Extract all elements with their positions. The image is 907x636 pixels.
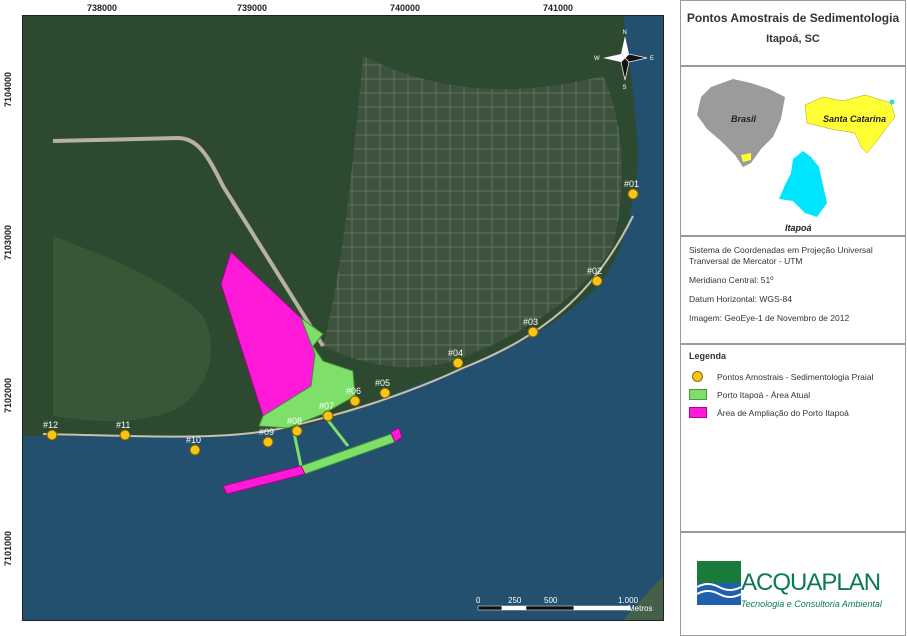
legend-item-points: Pontos Amostrais - Sedimentologia Praial bbox=[689, 371, 897, 382]
svg-text:W: W bbox=[594, 56, 600, 62]
inset-map: Brasil Santa Catarina Itapoá bbox=[697, 79, 896, 233]
acquaplan-logo-icon bbox=[697, 561, 741, 605]
svg-text:E: E bbox=[650, 56, 654, 62]
side-panel: Pontos Amostrais de Sedimentologia Itapo… bbox=[680, 0, 906, 636]
svg-text:#08: #08 bbox=[287, 416, 302, 426]
svg-text:500: 500 bbox=[544, 596, 558, 605]
datum-text: Datum Horizontal: WGS-84 bbox=[689, 294, 792, 304]
coord-top-738000: 738000 bbox=[87, 3, 118, 13]
svg-text:S: S bbox=[623, 85, 627, 91]
itapoa-shape bbox=[779, 151, 827, 217]
map-frame[interactable]: #01 #02 #03 #04 #05 #06 #07 #08 #09 #10 … bbox=[22, 15, 664, 621]
svg-text:#03: #03 bbox=[523, 317, 538, 327]
coord-top-739000: 739000 bbox=[237, 3, 268, 13]
info-box: Sistema de Coordenadas em Projeção Unive… bbox=[680, 236, 906, 344]
santa-catarina-shape bbox=[804, 94, 896, 154]
svg-text:#10: #10 bbox=[186, 435, 201, 445]
logo-tagline: Tecnologia e Consultoria Ambiental bbox=[741, 599, 882, 609]
svg-text:#05: #05 bbox=[375, 378, 390, 388]
svg-text:#12: #12 bbox=[43, 420, 58, 430]
svg-text:Santa Catarina: Santa Catarina bbox=[823, 114, 886, 124]
svg-text:Metros: Metros bbox=[628, 604, 652, 613]
title-box: Pontos Amostrais de Sedimentologia Itapo… bbox=[680, 0, 906, 66]
svg-text:Itapoá: Itapoá bbox=[785, 223, 812, 233]
coord-system-text: Sistema de Coordenadas em Projeção Unive… bbox=[689, 245, 873, 266]
coord-left-7102000: 7102000 bbox=[3, 378, 13, 414]
map-canvas: #01 #02 #03 #04 #05 #06 #07 #08 #09 #10 … bbox=[23, 16, 663, 620]
legend-title: Legenda bbox=[689, 351, 727, 361]
coord-left-7104000: 7104000 bbox=[3, 72, 13, 108]
coord-top-741000: 741000 bbox=[543, 3, 574, 13]
legend-item-current-area: Porto Itapoá - Área Atual bbox=[689, 389, 897, 400]
image-text: Imagem: GeoEye-1 de Novembro de 2012 bbox=[689, 313, 850, 323]
svg-text:#11: #11 bbox=[116, 420, 130, 430]
logo-name: ACQUAPLAN bbox=[741, 569, 881, 596]
inset-map-box: Brasil Santa Catarina Itapoá bbox=[680, 66, 906, 236]
map-subtitle: Itapoá, SC bbox=[766, 33, 820, 45]
legend-item-expansion-area: Área de Ampliação do Porto Itapoá bbox=[689, 407, 897, 418]
green-area-icon bbox=[689, 389, 707, 400]
svg-text:250: 250 bbox=[508, 596, 522, 605]
point-symbol-icon bbox=[692, 371, 703, 382]
svg-text:#07: #07 bbox=[319, 401, 334, 411]
coord-left-7103000: 7103000 bbox=[3, 225, 13, 261]
svg-text:#02: #02 bbox=[587, 266, 602, 276]
svg-text:Brasil: Brasil bbox=[731, 114, 757, 124]
logo-box: ACQUAPLAN Tecnologia e Consultoria Ambie… bbox=[680, 532, 906, 636]
svg-text:#09: #09 bbox=[259, 427, 274, 437]
coord-top-740000: 740000 bbox=[390, 3, 421, 13]
coord-left-7101000: 7101000 bbox=[3, 531, 13, 567]
svg-text:#04: #04 bbox=[448, 348, 463, 358]
map-title: Pontos Amostrais de Sedimentologia bbox=[686, 11, 900, 25]
meridian-text: Meridiano Central: 51º bbox=[689, 275, 774, 285]
svg-text:N: N bbox=[623, 30, 627, 36]
svg-text:#06: #06 bbox=[346, 386, 361, 396]
magenta-area-icon bbox=[689, 407, 707, 418]
legend-box: Legenda Pontos Amostrais - Sedimentologi… bbox=[680, 344, 906, 532]
svg-text:0: 0 bbox=[476, 596, 481, 605]
svg-text:#01: #01 bbox=[624, 179, 639, 189]
